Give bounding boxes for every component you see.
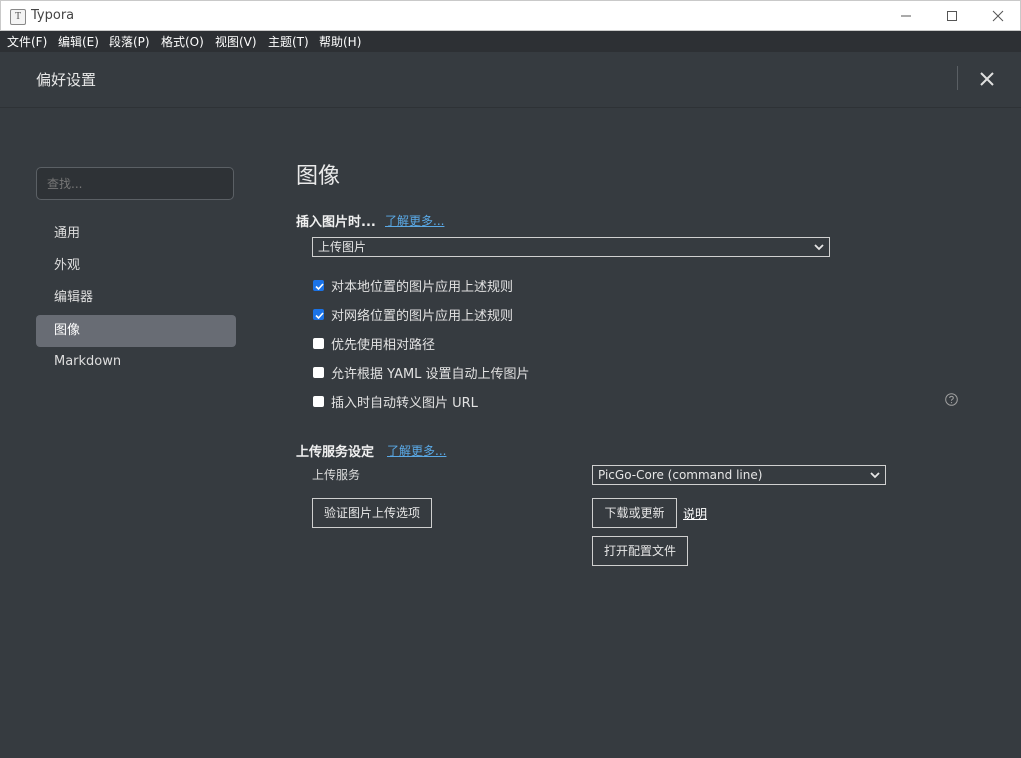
checkmark-icon (315, 282, 324, 290)
header-divider (957, 66, 958, 90)
maximize-icon (947, 11, 957, 21)
sidebar-item-markdown[interactable]: Markdown (36, 346, 236, 378)
sidebar-item-general[interactable]: 通用 (36, 218, 236, 250)
menu-help[interactable]: 帮助(H) (319, 33, 361, 50)
upload-service-select[interactable]: PicGo-Core (command line) (592, 465, 886, 485)
sidebar-item-appearance[interactable]: 外观 (36, 250, 236, 282)
chevron-down-icon (870, 472, 880, 479)
option-yaml-upload[interactable]: 允许根据 YAML 设置自动上传图片 (313, 363, 530, 382)
minimize-button[interactable] (883, 1, 929, 31)
menu-edit[interactable]: 编辑(E) (58, 33, 99, 50)
checkbox-escape-url[interactable] (313, 395, 324, 407)
open-config-file-button[interactable]: 打开配置文件 (592, 536, 688, 566)
upload-service-settings-label: 上传服务设定 (296, 445, 375, 460)
menu-format[interactable]: 格式(O) (161, 33, 204, 50)
option-apply-network[interactable]: 对网络位置的图片应用上述规则 (313, 305, 514, 324)
maximize-button[interactable] (929, 1, 975, 31)
menubar: 文件(F) 编辑(E) 段落(P) 格式(O) 视图(V) 主题(T) 帮助(H… (0, 31, 1021, 52)
upload-service-label: 上传服务 (312, 468, 361, 482)
typora-app-icon: T (10, 9, 26, 25)
close-icon (980, 72, 994, 86)
instructions-link[interactable]: 说明 (683, 505, 707, 522)
preferences-search-input[interactable] (36, 167, 234, 200)
window-titlebar: T Typora (0, 0, 1021, 31)
option-label: 优先使用相对路径 (331, 337, 436, 353)
insert-image-action-select[interactable]: 上传图片 (312, 237, 830, 257)
checkbox-apply-local[interactable] (313, 279, 324, 291)
close-preferences-button[interactable] (975, 67, 999, 91)
page-title: 图像 (296, 164, 341, 189)
minimize-icon (901, 15, 911, 17)
checkmark-icon (315, 311, 324, 319)
sidebar-item-editor[interactable]: 编辑器 (36, 282, 236, 314)
menu-theme[interactable]: 主题(T) (268, 33, 309, 50)
menu-paragraph[interactable]: 段落(P) (109, 33, 150, 50)
option-escape-url[interactable]: 插入时自动转义图片 URL (313, 392, 478, 411)
menu-view[interactable]: 视图(V) (215, 33, 257, 50)
preferences-header: 偏好设置 (0, 52, 1021, 108)
option-label: 对本地位置的图片应用上述规则 (331, 279, 514, 295)
option-label: 允许根据 YAML 设置自动上传图片 (331, 366, 530, 382)
option-apply-local[interactable]: 对本地位置的图片应用上述规则 (313, 276, 514, 295)
window-title: Typora (31, 8, 75, 23)
checkbox-relative-path[interactable] (313, 337, 324, 349)
option-label: 对网络位置的图片应用上述规则 (331, 308, 514, 324)
close-icon (992, 10, 1004, 22)
preferences-title: 偏好设置 (36, 71, 97, 89)
insert-image-label: 插入图片时... (296, 215, 376, 230)
menu-file[interactable]: 文件(F) (7, 33, 47, 50)
checkbox-yaml-upload[interactable] (313, 366, 324, 378)
insert-learn-more-link[interactable]: 了解更多... (385, 212, 444, 229)
insert-image-action-value: 上传图片 (318, 240, 367, 254)
close-window-button[interactable] (975, 1, 1021, 31)
sidebar-item-image[interactable]: 图像 (36, 315, 236, 347)
chevron-down-icon (814, 244, 824, 251)
checkbox-apply-network[interactable] (313, 308, 324, 320)
upload-service-value: PicGo-Core (command line) (598, 468, 763, 482)
verify-upload-button[interactable]: 验证图片上传选项 (312, 498, 432, 528)
download-update-button[interactable]: 下载或更新 (592, 498, 677, 528)
help-icon[interactable] (945, 393, 958, 406)
option-relative-path[interactable]: 优先使用相对路径 (313, 334, 436, 353)
upload-learn-more-link[interactable]: 了解更多... (387, 442, 446, 459)
option-label: 插入时自动转义图片 URL (331, 395, 478, 411)
